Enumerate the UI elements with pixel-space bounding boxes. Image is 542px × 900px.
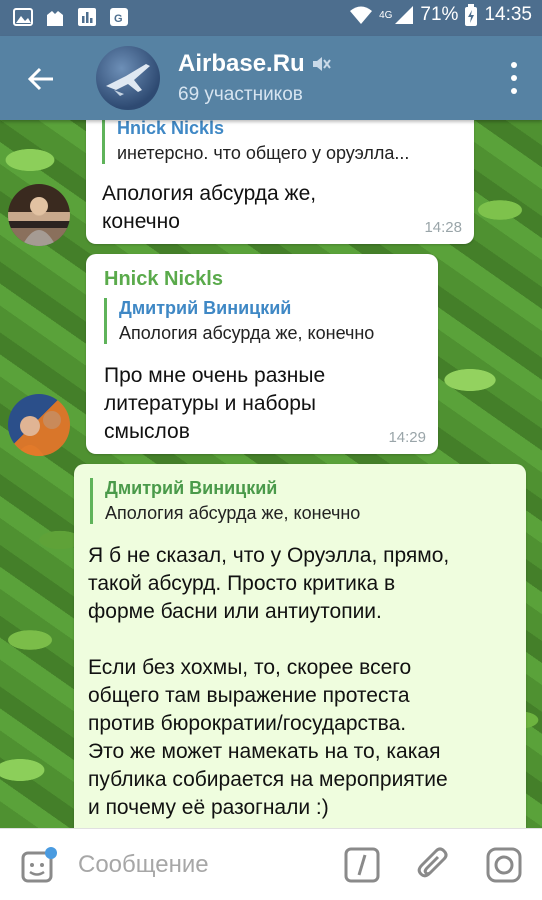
reply-author: Дмитрий Виницкий bbox=[119, 298, 292, 318]
camera-icon bbox=[486, 847, 522, 883]
status-bar: G 4G 71% 14:35 bbox=[0, 0, 542, 36]
arrow-left-icon bbox=[27, 67, 53, 91]
message-time: 14:29 bbox=[388, 429, 426, 446]
muted-speaker-icon bbox=[312, 57, 331, 71]
attach-button[interactable] bbox=[414, 845, 454, 885]
more-vertical-icon bbox=[511, 62, 517, 68]
message-bubble[interactable]: Hnick Nickls Дмитрий Виницкий Апология а… bbox=[86, 254, 438, 454]
message-composer bbox=[0, 828, 542, 900]
network-type: 4G bbox=[379, 9, 393, 21]
message-text: Апология абсурда же, конечно bbox=[102, 182, 317, 233]
person-photo-icon bbox=[16, 411, 61, 456]
chat-title[interactable]: Airbase.Ru bbox=[178, 50, 331, 78]
members-count: 69 участников bbox=[178, 84, 303, 105]
sticker-icon bbox=[21, 847, 57, 883]
reply-text: Апология абсурда же, конечно bbox=[119, 323, 375, 343]
clock: 14:35 bbox=[484, 4, 532, 25]
reply-text: Апология абсурда же, конечно bbox=[105, 503, 361, 523]
message-time: 14:28 bbox=[424, 219, 462, 236]
paperclip-icon bbox=[417, 847, 448, 878]
svg-text:G: G bbox=[114, 13, 123, 25]
battery-icon bbox=[465, 4, 478, 26]
group-avatar[interactable] bbox=[96, 46, 160, 110]
person-photo-icon bbox=[8, 197, 70, 246]
emoji-sticker-button[interactable] bbox=[18, 845, 58, 885]
reply-quote[interactable]: Hnick Nickls инетерсно. что общего у ору… bbox=[102, 120, 452, 164]
chat-messages[interactable]: Hnick Nickls инетерсно. что общего у ору… bbox=[0, 120, 542, 828]
bot-command-button[interactable] bbox=[342, 845, 382, 885]
sender-name[interactable]: Hnick Nickls bbox=[104, 268, 223, 291]
message-text: Про мне очень разные литературы и наборы… bbox=[104, 364, 326, 443]
airplane-icon bbox=[106, 64, 150, 96]
image-notification-icon bbox=[13, 8, 33, 26]
camera-button[interactable] bbox=[484, 845, 524, 885]
reply-author: Дмитрий Виницкий bbox=[105, 478, 278, 498]
back-button[interactable] bbox=[22, 60, 60, 98]
reply-author: Hnick Nickls bbox=[117, 120, 225, 138]
chart-notification-icon bbox=[78, 8, 96, 26]
message-bubble-outgoing[interactable]: Дмитрий Виницкий Апология абсурда же, ко… bbox=[74, 464, 526, 828]
user-avatar[interactable] bbox=[8, 394, 70, 456]
wifi-icon bbox=[350, 6, 373, 24]
signal-icon bbox=[395, 6, 414, 24]
message-text: Я б не сказал, что у Оруэлла, прямо, так… bbox=[88, 544, 450, 819]
reply-quote[interactable]: Дмитрий Виницкий Апология абсурда же, ко… bbox=[90, 478, 510, 524]
reply-quote[interactable]: Дмитрий Виницкий Апология абсурда же, ко… bbox=[104, 298, 424, 344]
slash-command-icon bbox=[344, 847, 380, 883]
more-menu-button[interactable] bbox=[508, 62, 520, 94]
user-avatar[interactable] bbox=[8, 184, 70, 246]
home-notification-icon bbox=[47, 11, 63, 26]
battery-percent: 71% bbox=[420, 4, 459, 25]
chat-title-text: Airbase.Ru bbox=[178, 50, 305, 77]
message-bubble[interactable]: Hnick Nickls инетерсно. что общего у ору… bbox=[86, 120, 474, 244]
message-input[interactable] bbox=[78, 849, 318, 881]
maps-notification-icon: G bbox=[110, 8, 128, 26]
reply-text: инетерсно. что общего у оруэлла... bbox=[117, 143, 410, 163]
chat-header: Airbase.Ru 69 участников bbox=[0, 36, 542, 120]
